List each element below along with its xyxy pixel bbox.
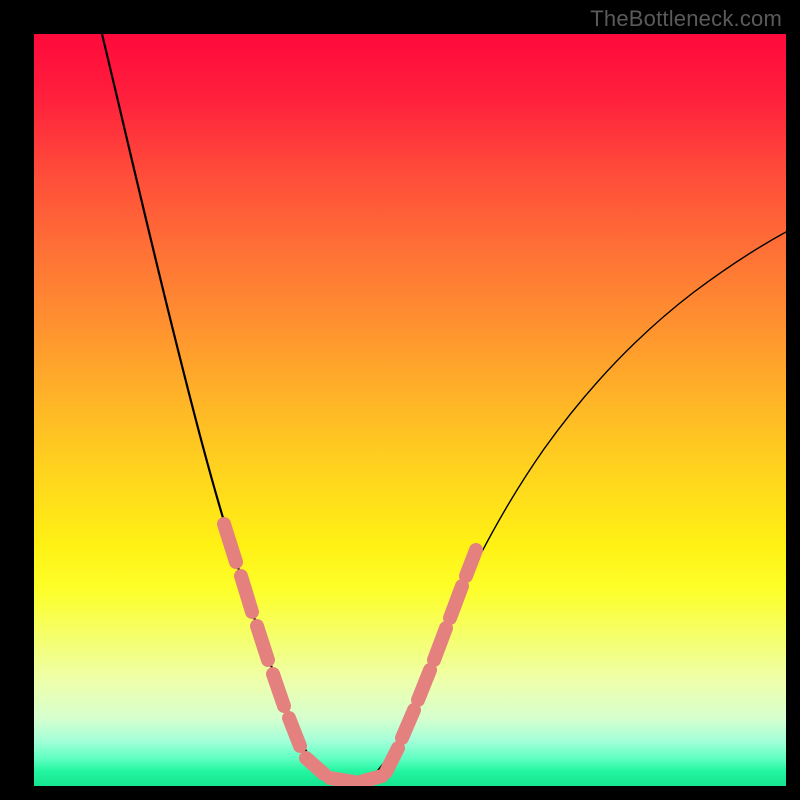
highlight-left-5 <box>289 718 300 746</box>
highlight-bottom-2 <box>330 778 354 782</box>
plot-area <box>34 34 786 786</box>
highlight-right-6 <box>466 550 476 576</box>
highlight-right-3 <box>418 670 430 700</box>
curve-left-branch <box>102 34 338 784</box>
highlight-right-5 <box>450 586 462 618</box>
watermark-text: TheBottleneck.com <box>590 6 782 32</box>
highlight-right-4 <box>434 628 446 660</box>
highlight-left-1 <box>224 524 236 562</box>
curve-svg <box>34 34 786 786</box>
highlight-bottom-1 <box>306 758 324 774</box>
curve-right-branch-upper <box>454 232 786 609</box>
highlight-right-1 <box>386 748 398 772</box>
highlight-left-2 <box>241 576 252 612</box>
highlight-bottom-3 <box>360 776 382 782</box>
chart-frame: TheBottleneck.com <box>0 0 800 800</box>
highlight-left-3 <box>257 626 268 660</box>
highlight-right-2 <box>402 710 414 738</box>
highlight-left-4 <box>273 674 284 706</box>
